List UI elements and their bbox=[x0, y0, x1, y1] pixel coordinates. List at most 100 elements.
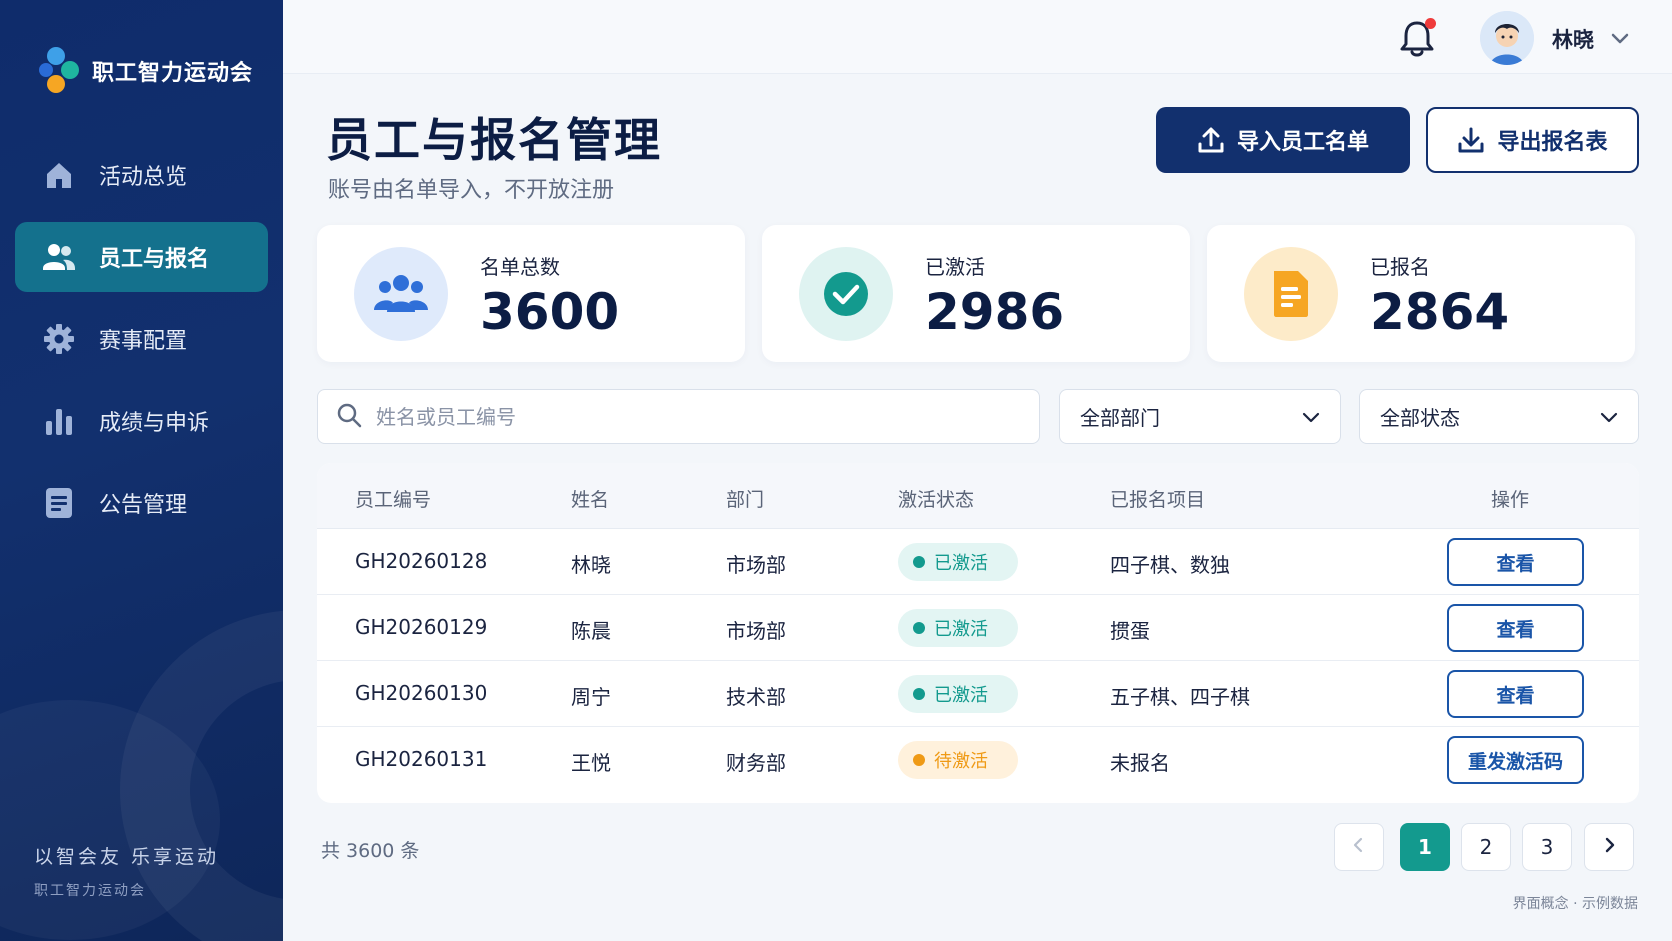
column-header: 激活状态 bbox=[898, 489, 975, 511]
column-header: 操作 bbox=[1491, 489, 1530, 511]
download-icon bbox=[1457, 126, 1485, 154]
employee-id: GH20260131 bbox=[355, 747, 488, 771]
status-badge: 已激活 bbox=[898, 609, 1018, 647]
status-badge: 待激活 bbox=[898, 741, 1018, 779]
employee-dept: 财务部 bbox=[726, 751, 786, 775]
chevron-down-icon[interactable] bbox=[1610, 28, 1630, 48]
avatar[interactable] bbox=[1480, 11, 1534, 65]
chevron-left-icon bbox=[1350, 835, 1368, 859]
document-icon bbox=[1244, 247, 1338, 341]
status-select[interactable]: 全部状态 bbox=[1359, 389, 1639, 444]
export-registrations-button[interactable]: 导出报名表 bbox=[1426, 107, 1639, 173]
stat-value: 2986 bbox=[925, 283, 1065, 341]
sidebar-nav: 活动总览 员工与报名 赛事配置 成绩与申诉 公告管理 bbox=[15, 140, 268, 550]
employee-dept: 技术部 bbox=[726, 685, 786, 709]
app-name: 职工智力运动会 bbox=[92, 61, 254, 86]
table-row: GH20260129 陈晨 市场部 已激活 掼蛋 查看 bbox=[317, 595, 1639, 661]
sidebar-item-label: 员工与报名 bbox=[99, 247, 210, 272]
next-page-button[interactable] bbox=[1584, 823, 1634, 871]
status-badge: 已激活 bbox=[898, 675, 1018, 713]
home-icon bbox=[41, 157, 77, 193]
export-button-label: 导出报名表 bbox=[1497, 130, 1608, 155]
stat-label: 已激活 bbox=[925, 255, 985, 279]
sidebar-item-overview[interactable]: 活动总览 bbox=[15, 140, 268, 210]
stat-value: 2864 bbox=[1370, 283, 1510, 341]
upload-icon bbox=[1197, 126, 1225, 154]
registered-events: 未报名 bbox=[1110, 751, 1170, 775]
sidebar-item-employees[interactable]: 员工与报名 bbox=[15, 222, 268, 292]
check-circle-icon bbox=[799, 247, 893, 341]
view-button[interactable]: 查看 bbox=[1447, 538, 1584, 586]
notification-bell-icon[interactable] bbox=[1398, 18, 1436, 58]
users-icon bbox=[354, 247, 448, 341]
table-row: GH20260131 王悦 财务部 待激活 未报名 重发激活码 bbox=[317, 727, 1639, 793]
document-icon bbox=[41, 485, 77, 521]
sidebar-item-label: 赛事配置 bbox=[99, 329, 188, 354]
column-header: 已报名项目 bbox=[1110, 489, 1206, 511]
search-input[interactable] bbox=[376, 404, 976, 429]
employee-name: 王悦 bbox=[571, 751, 611, 775]
import-button-label: 导入员工名单 bbox=[1236, 130, 1369, 155]
column-header: 员工编号 bbox=[355, 489, 432, 511]
chevron-down-icon bbox=[1300, 406, 1322, 428]
brand[interactable]: 职工智力运动会 bbox=[36, 44, 253, 98]
page-2-button[interactable]: 2 bbox=[1461, 823, 1511, 871]
footnote: 界面概念 · 示例数据 bbox=[1512, 896, 1638, 912]
sidebar-slogan: 以智会友 乐享运动 bbox=[34, 846, 220, 868]
search-box[interactable] bbox=[317, 389, 1040, 444]
employee-table: 员工编号 姓名 部门 激活状态 已报名项目 操作 GH20260128 林晓 市… bbox=[317, 463, 1639, 803]
employee-dept: 市场部 bbox=[726, 619, 786, 643]
resend-activation-button[interactable]: 重发激活码 bbox=[1447, 736, 1584, 784]
department-select-value: 全部部门 bbox=[1080, 406, 1160, 430]
stat-value: 3600 bbox=[480, 283, 620, 341]
sidebar: 职工智力运动会 活动总览 员工与报名 赛事配置 成绩与申诉 公告管理 以智会友 … bbox=[0, 0, 283, 941]
total-count: 共 3600 条 bbox=[321, 840, 420, 862]
view-button[interactable]: 查看 bbox=[1447, 670, 1584, 718]
page-subtitle: 账号由名单导入，不开放注册 bbox=[328, 178, 615, 203]
employee-dept: 市场部 bbox=[726, 553, 786, 577]
app-logo-icon bbox=[36, 44, 86, 98]
chevron-right-icon bbox=[1600, 835, 1618, 859]
employee-id: GH20260129 bbox=[355, 615, 488, 639]
search-icon bbox=[336, 402, 362, 432]
notification-dot bbox=[1425, 18, 1436, 29]
employee-name: 周宁 bbox=[571, 685, 611, 709]
sidebar-item-results[interactable]: 成绩与申诉 bbox=[15, 386, 268, 456]
employee-name: 林晓 bbox=[571, 553, 611, 577]
sidebar-item-competition-config[interactable]: 赛事配置 bbox=[15, 304, 268, 374]
table-header: 员工编号 姓名 部门 激活状态 已报名项目 操作 bbox=[317, 463, 1639, 529]
employee-id: GH20260130 bbox=[355, 681, 488, 705]
users-icon bbox=[41, 239, 77, 275]
stat-card-activated: 已激活 2986 bbox=[762, 225, 1190, 362]
sidebar-slogan-sub: 职工智力运动会 bbox=[34, 883, 146, 899]
gear-icon bbox=[41, 321, 77, 357]
stat-label: 名单总数 bbox=[480, 255, 560, 279]
status-select-value: 全部状态 bbox=[1380, 406, 1460, 430]
page-3-button[interactable]: 3 bbox=[1522, 823, 1572, 871]
table-row: GH20260128 林晓 市场部 已激活 四子棋、数独 查看 bbox=[317, 529, 1639, 595]
user-name[interactable]: 林晓 bbox=[1552, 24, 1594, 54]
stat-card-total: 名单总数 3600 bbox=[317, 225, 745, 362]
stat-label: 已报名 bbox=[1370, 255, 1430, 279]
registered-events: 四子棋、数独 bbox=[1110, 553, 1230, 577]
stat-card-registered: 已报名 2864 bbox=[1207, 225, 1635, 362]
sidebar-item-label: 成绩与申诉 bbox=[99, 411, 210, 436]
bar-chart-icon bbox=[41, 403, 77, 439]
view-button[interactable]: 查看 bbox=[1447, 604, 1584, 652]
department-select[interactable]: 全部部门 bbox=[1059, 389, 1341, 444]
registered-events: 五子棋、四子棋 bbox=[1110, 685, 1250, 709]
import-employees-button[interactable]: 导入员工名单 bbox=[1156, 107, 1410, 173]
table-row: GH20260130 周宁 技术部 已激活 五子棋、四子棋 查看 bbox=[317, 661, 1639, 727]
status-badge: 已激活 bbox=[898, 543, 1018, 581]
registered-events: 掼蛋 bbox=[1110, 619, 1150, 643]
employee-name: 陈晨 bbox=[571, 619, 611, 643]
employee-id: GH20260128 bbox=[355, 549, 488, 573]
sidebar-item-announcements[interactable]: 公告管理 bbox=[15, 468, 268, 538]
column-header: 部门 bbox=[726, 489, 765, 511]
chevron-down-icon bbox=[1598, 406, 1620, 428]
top-bar: 林晓 bbox=[283, 0, 1672, 74]
prev-page-button[interactable] bbox=[1334, 823, 1384, 871]
sidebar-item-label: 公告管理 bbox=[99, 493, 188, 518]
page-1-button[interactable]: 1 bbox=[1400, 823, 1450, 871]
page-title: 员工与报名管理 bbox=[326, 113, 662, 167]
